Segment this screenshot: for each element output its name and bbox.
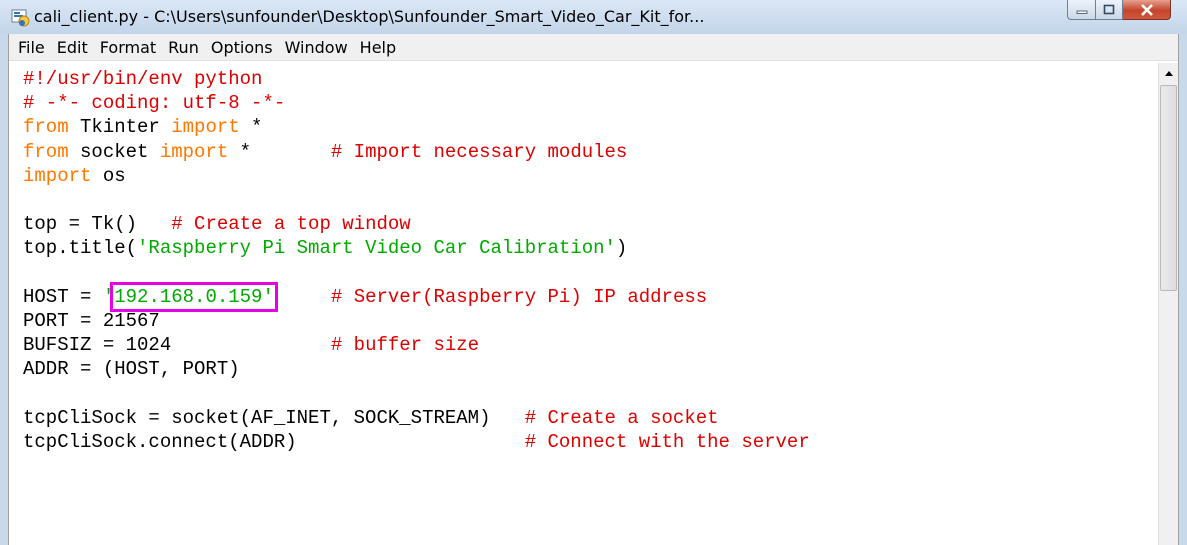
scroll-thumb[interactable]: [1160, 85, 1177, 291]
code-token: from: [23, 116, 69, 139]
code-token: tcpCliSock = socket(AF_INET, SOCK_STREAM…: [23, 406, 525, 429]
code-token: # Import necessary modules: [330, 140, 628, 163]
code-token: os: [91, 164, 126, 187]
idle-editor-window: cali_client.py - C:\Users\sunfounder\Des…: [0, 0, 1187, 545]
code-line: PORT = 21567: [23, 309, 1158, 333]
vertical-scrollbar[interactable]: [1158, 63, 1178, 545]
code-token: # Create a socket: [524, 406, 719, 429]
maximize-icon: [1103, 4, 1115, 15]
code-token: Tkinter: [68, 116, 172, 139]
menu-options[interactable]: Options: [205, 38, 279, 57]
code-line: #!/usr/bin/env python: [23, 67, 1158, 91]
code-token: from: [23, 140, 69, 163]
code-token: 'Raspberry Pi Smart Video Car Calibratio…: [137, 237, 616, 260]
code-token: # buffer size: [330, 334, 480, 357]
code-token: ADDR = (HOST, PORT): [23, 358, 240, 381]
code-token: # Create a top window: [171, 213, 411, 236]
code-line: import os: [23, 164, 1158, 188]
menu-run[interactable]: Run: [162, 38, 205, 57]
code-line: ADDR = (HOST, PORT): [23, 357, 1158, 381]
scroll-up-button[interactable]: [1159, 63, 1178, 83]
menu-edit[interactable]: Edit: [51, 38, 94, 57]
code-editor[interactable]: #!/usr/bin/env python # -*- coding: utf-8…: [15, 63, 1158, 545]
code-line: top = Tk() # Create a top window: [23, 212, 1158, 236]
code-token: tcpCliSock.connect(ADDR): [23, 430, 525, 453]
menu-help[interactable]: Help: [354, 38, 402, 57]
highlighted-ip-address: 192.168.0.159': [110, 281, 278, 312]
code-line: tcpCliSock.connect(ADDR) # Connect with …: [23, 430, 1158, 454]
menu-window[interactable]: Window: [279, 38, 354, 57]
code-line: HOST = '192.168.0.159' # Server(Raspberr…: [23, 281, 1158, 312]
code-line: tcpCliSock = socket(AF_INET, SOCK_STREAM…: [23, 406, 1158, 430]
maximize-button[interactable]: [1096, 0, 1123, 20]
window-title: cali_client.py - C:\Users\sunfounder\Des…: [34, 7, 705, 26]
code-line: from socket import * # Import necessary …: [23, 140, 1158, 164]
code-token: ': [102, 285, 115, 308]
code-token: HOST =: [23, 285, 103, 308]
code-line: from Tkinter import *: [23, 115, 1158, 139]
title-bar[interactable]: cali_client.py - C:\Users\sunfounder\Des…: [0, 0, 1187, 34]
code-token: ): [615, 237, 628, 260]
code-line: # -*- coding: utf-8 -*-: [23, 91, 1158, 115]
code-token: BUFSIZ = 1024: [23, 334, 331, 357]
code-token: socket: [68, 140, 160, 163]
menu-file[interactable]: File: [9, 38, 51, 57]
code-token: PORT = 21567: [23, 309, 160, 332]
editor-client-area: File Edit Format Run Options Window Help…: [8, 34, 1179, 545]
code-token: import: [171, 116, 240, 139]
code-token: *: [239, 116, 263, 139]
code-token: # Server(Raspberry Pi) IP address: [330, 285, 708, 308]
code-token: top.title(: [23, 237, 138, 260]
code-token: # Connect with the server: [524, 430, 810, 453]
code-text: #!/usr/bin/env python # -*- coding: utf-8…: [23, 67, 1158, 454]
close-icon: [1140, 3, 1153, 16]
minimize-button[interactable]: [1067, 0, 1096, 20]
minimize-icon: [1076, 10, 1087, 14]
close-button[interactable]: [1123, 0, 1171, 20]
code-line: top.title('Raspberry Pi Smart Video Car …: [23, 236, 1158, 260]
code-token: # -*- coding: utf-8 -*-: [23, 92, 286, 115]
menu-format[interactable]: Format: [94, 38, 162, 57]
code-token: *: [228, 140, 331, 163]
code-token: #!/usr/bin/env python: [23, 68, 263, 90]
code-token: top = Tk(): [23, 213, 172, 236]
window-controls: [1067, 0, 1171, 22]
arrow-up-icon: [1164, 71, 1173, 76]
code-token: import: [159, 140, 229, 163]
code-line: BUFSIZ = 1024 # buffer size: [23, 333, 1158, 357]
code-token: import: [23, 164, 92, 187]
menu-bar: File Edit Format Run Options Window Help: [9, 34, 1178, 61]
python-idle-icon: [11, 9, 30, 27]
